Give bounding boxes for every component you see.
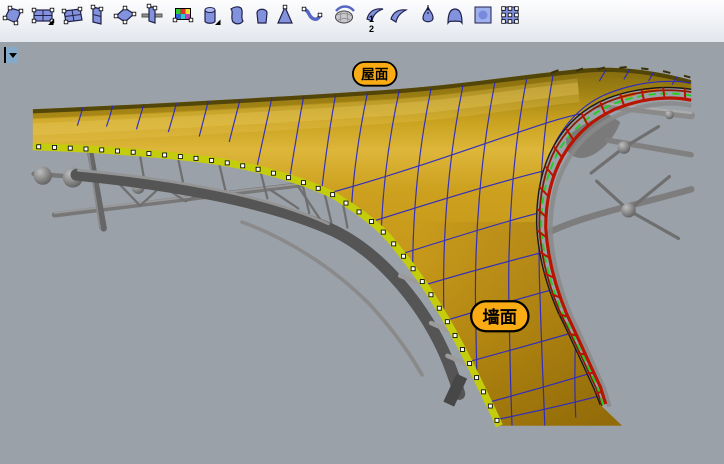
control-point[interactable]	[210, 158, 214, 162]
facade-mullion	[578, 353, 586, 354]
cutting-plane-icon[interactable]	[113, 3, 137, 27]
facade-mullion	[663, 88, 664, 99]
control-point[interactable]	[271, 171, 275, 175]
cad-application-window: 1 2	[0, 0, 724, 464]
control-point[interactable]	[147, 152, 151, 156]
rail-revolve-icon[interactable]	[416, 3, 440, 27]
ball-joint	[665, 110, 674, 119]
control-point[interactable]	[429, 293, 433, 297]
extrude-along-curve-icon[interactable]	[225, 3, 249, 27]
control-point[interactable]	[402, 254, 406, 258]
control-point[interactable]	[84, 147, 88, 151]
control-point[interactable]	[495, 418, 499, 422]
vertical-plane-icon[interactable]	[85, 3, 109, 27]
control-point[interactable]	[131, 150, 135, 154]
control-point[interactable]	[163, 153, 167, 157]
surface-3-points-icon[interactable]	[1, 3, 25, 27]
control-point[interactable]	[301, 181, 305, 185]
control-point[interactable]	[256, 167, 260, 171]
control-point[interactable]	[225, 161, 229, 165]
ribbon-icon[interactable]	[300, 3, 324, 27]
control-point[interactable]	[316, 186, 320, 190]
control-point[interactable]	[411, 267, 415, 271]
flyout-arrow-icon	[9, 53, 17, 58]
picture-frame-icon[interactable]	[171, 3, 195, 27]
wall-label-text: 墙面	[483, 307, 518, 327]
control-point[interactable]	[453, 334, 457, 338]
control-point[interactable]	[370, 220, 374, 224]
control-point[interactable]	[437, 306, 441, 310]
control-point[interactable]	[115, 149, 119, 153]
ball-joint	[618, 141, 631, 154]
control-point[interactable]	[468, 361, 472, 365]
sweep-2-rails-icon[interactable]: 1 2	[363, 3, 387, 27]
control-point[interactable]	[357, 210, 361, 214]
control-point[interactable]	[392, 242, 396, 246]
control-point[interactable]	[287, 176, 291, 180]
control-point[interactable]	[460, 347, 464, 351]
wall-label[interactable]: 墙面	[471, 301, 528, 331]
control-point[interactable]	[445, 320, 449, 324]
control-point[interactable]	[100, 148, 104, 152]
control-point[interactable]	[381, 230, 385, 234]
clipping-plane-icon[interactable]	[140, 3, 164, 27]
3d-viewport[interactable]: 屋面 墙面	[0, 42, 724, 464]
ball-joint	[621, 203, 636, 218]
rectangular-plane-icon[interactable]	[31, 3, 55, 27]
control-point[interactable]	[194, 156, 198, 160]
control-point[interactable]	[481, 390, 485, 394]
roof-label[interactable]: 屋面	[353, 62, 397, 86]
surface-toolbar: 1 2	[0, 0, 724, 43]
roof-label-text: 屋面	[361, 67, 389, 82]
counterweight-ball	[34, 167, 52, 185]
control-point[interactable]	[178, 155, 182, 159]
control-point[interactable]	[37, 145, 41, 149]
surface-point-grid-icon[interactable]	[498, 3, 522, 27]
control-point[interactable]	[331, 193, 335, 197]
toolbar-flyout-button[interactable]	[4, 47, 18, 63]
sweep-1-rail-icon[interactable]	[386, 3, 410, 27]
heightfield-icon[interactable]	[471, 3, 495, 27]
drape-icon[interactable]	[443, 3, 467, 27]
control-point[interactable]	[344, 201, 348, 205]
surface-from-network-icon[interactable]	[333, 3, 357, 27]
extrude-tapered-icon[interactable]	[250, 3, 274, 27]
control-point[interactable]	[52, 145, 56, 149]
extrude-straight-icon[interactable]	[198, 3, 222, 27]
extrude-to-point-icon[interactable]	[273, 3, 297, 27]
facade-mullion	[596, 392, 602, 393]
plane-3-points-icon[interactable]	[60, 3, 84, 27]
scene-canvas[interactable]: 屋面 墙面	[0, 42, 724, 464]
control-point[interactable]	[68, 146, 72, 150]
control-point[interactable]	[488, 404, 492, 408]
control-point[interactable]	[420, 280, 424, 284]
control-point[interactable]	[241, 164, 245, 168]
control-point[interactable]	[475, 376, 479, 380]
